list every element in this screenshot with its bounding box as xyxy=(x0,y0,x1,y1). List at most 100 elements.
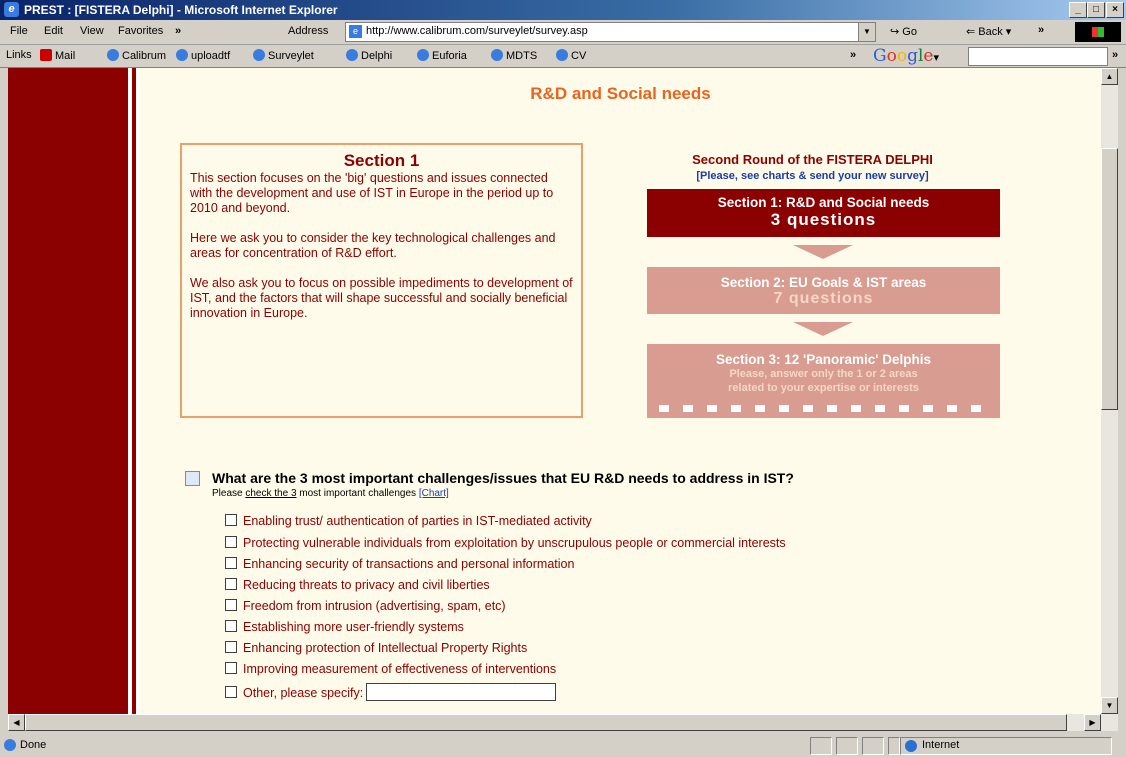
option-checkbox[interactable] xyxy=(225,557,237,569)
link-label: Euforia xyxy=(432,50,467,62)
option-checkbox[interactable] xyxy=(225,578,237,590)
other-specify-input[interactable] xyxy=(366,683,557,701)
link-cv[interactable]: CV xyxy=(556,49,586,62)
window-title: PREST : [FISTERA Delphi] - Microsoft Int… xyxy=(24,3,338,17)
section2-step[interactable]: Section 2: EU Goals & IST areas 7 questi… xyxy=(647,267,1000,314)
back-button[interactable]: ⇐ Back ▾ xyxy=(966,25,1011,38)
step-note: Please, answer only the 1 or 2 areas xyxy=(729,368,918,380)
option-row[interactable]: Enhancing protection of Intellectual Pro… xyxy=(225,641,527,655)
section3-step[interactable]: Section 3: 12 'Panoramic' Delphis Please… xyxy=(647,344,1000,418)
google-toolbar-button[interactable]: Google▾ xyxy=(873,46,939,66)
option-checkbox[interactable] xyxy=(225,536,237,548)
chart-link[interactable]: [Chart] xyxy=(419,488,449,499)
section-paragraph: We also ask you to focus on possible imp… xyxy=(190,276,573,320)
option-checkbox[interactable] xyxy=(225,686,237,698)
option-row[interactable]: Reducing threats to privacy and civil li… xyxy=(225,578,490,592)
option-checkbox[interactable] xyxy=(225,514,237,526)
scroll-down-icon[interactable]: ▼ xyxy=(1101,697,1118,714)
google-search-input[interactable] xyxy=(968,47,1108,66)
link-euforia[interactable]: Euforia xyxy=(417,49,467,62)
google-letter: g xyxy=(907,46,918,66)
horizontal-scrollbar[interactable]: ◀ ▶ xyxy=(8,714,1118,731)
down-arrow-icon xyxy=(793,322,853,336)
internet-globe-icon xyxy=(905,740,917,752)
page-title: R&D and Social needs xyxy=(530,84,711,103)
windows-logo-icon xyxy=(1075,22,1121,42)
step-note: related to your expertise or interests xyxy=(728,382,919,394)
link-calibrum[interactable]: Calibrum xyxy=(107,49,166,62)
option-label: Improving measurement of effectiveness o… xyxy=(243,662,557,676)
status-pane xyxy=(888,737,900,755)
google-letter: e xyxy=(923,46,934,66)
link-label: Surveylet xyxy=(268,50,314,62)
maximize-button[interactable]: □ xyxy=(1087,2,1105,18)
ie-page-icon xyxy=(346,49,358,61)
survey-page: R&D and Social needs Section 1 This sect… xyxy=(140,68,1101,714)
option-label: Protecting vulnerable individuals from e… xyxy=(243,536,786,550)
toolbar-more-chevron[interactable]: » xyxy=(1038,24,1044,36)
section-heading: Section 1 xyxy=(343,151,420,170)
menu-view[interactable]: View xyxy=(80,25,104,37)
option-checkbox[interactable] xyxy=(225,662,237,674)
link-delphi[interactable]: Delphi xyxy=(346,49,392,62)
go-label: Go xyxy=(902,26,917,38)
link-label: Mail xyxy=(55,50,76,62)
link-mdts[interactable]: MDTS xyxy=(491,49,537,62)
minimize-button[interactable]: _ xyxy=(1069,2,1087,18)
link-uploadtf[interactable]: uploadtf xyxy=(176,49,230,62)
option-label: Enabling trust/ authentication of partie… xyxy=(243,514,592,528)
menu-file[interactable]: File xyxy=(10,25,28,37)
links-bar: Links Mail Calibrum uploadtf Surveylet D… xyxy=(0,45,1126,68)
option-label: Enhancing security of transactions and p… xyxy=(243,557,575,571)
address-dropdown-icon[interactable]: ▼ xyxy=(858,22,876,42)
option-checkbox[interactable] xyxy=(225,620,237,632)
section1-step[interactable]: Section 1: R&D and Social needs 3 questi… xyxy=(647,189,1000,237)
horizontal-scroll-thumb[interactable] xyxy=(25,714,1067,731)
status-pane xyxy=(4,737,802,753)
browser-viewport: R&D and Social needs Section 1 This sect… xyxy=(8,68,1101,714)
scroll-up-icon[interactable]: ▲ xyxy=(1101,68,1118,85)
round-subtitle-link[interactable]: [Please, see charts & send your new surv… xyxy=(620,170,1005,182)
menu-bar: File Edit View Favorites » Address e htt… xyxy=(0,20,1126,45)
link-mail[interactable]: Mail xyxy=(40,49,75,62)
film-strip-decoration xyxy=(659,405,989,412)
google-dropdown-icon: ▾ xyxy=(933,51,940,64)
links-more-chevron[interactable]: » xyxy=(850,49,856,61)
option-row[interactable]: Establishing more user-friendly systems xyxy=(225,620,464,634)
menu-favorites[interactable]: Favorites xyxy=(118,25,163,37)
option-row[interactable]: Improving measurement of effectiveness o… xyxy=(225,662,556,676)
option-checkbox[interactable] xyxy=(225,599,237,611)
close-button[interactable]: × xyxy=(1106,2,1124,18)
go-button[interactable]: ↪ Go xyxy=(890,25,917,38)
link-surveylet[interactable]: Surveylet xyxy=(253,49,314,62)
scroll-right-icon[interactable]: ▶ xyxy=(1084,714,1101,731)
step-title: Section 1: R&D and Social needs xyxy=(717,195,930,210)
zone-label: Internet xyxy=(922,739,960,751)
step-title: Section 3: 12 'Panoramic' Delphis xyxy=(716,352,931,367)
option-row[interactable]: Other, please specify: xyxy=(225,683,557,701)
step-count: 7 questions xyxy=(773,290,874,307)
question-icon xyxy=(185,471,200,486)
option-row[interactable]: Freedom from intrusion (advertising, spa… xyxy=(225,599,506,613)
left-sidebar-band xyxy=(8,68,128,714)
links-label: Links xyxy=(6,49,32,61)
option-row[interactable]: Enhancing security of transactions and p… xyxy=(225,557,574,571)
link-label: Delphi xyxy=(361,50,393,62)
option-checkbox[interactable] xyxy=(225,641,237,653)
section-paragraph: This section focuses on the 'big' questi… xyxy=(190,171,554,215)
address-field[interactable]: e http://www.calibrum.com/surveylet/surv… xyxy=(345,22,869,42)
vertical-scrollbar[interactable]: ▲ ▼ xyxy=(1101,68,1118,714)
status-pane xyxy=(836,737,858,755)
vertical-scroll-thumb[interactable] xyxy=(1101,148,1118,410)
google-letter: o xyxy=(886,46,897,66)
menu-more-chevron[interactable]: » xyxy=(175,25,181,37)
down-arrow-icon xyxy=(793,245,853,259)
google-more-chevron[interactable]: » xyxy=(1112,49,1118,61)
option-row[interactable]: Enabling trust/ authentication of partie… xyxy=(225,514,592,528)
back-label: Back xyxy=(978,26,1003,38)
address-url[interactable]: http://www.calibrum.com/surveylet/survey… xyxy=(366,25,588,37)
option-row[interactable]: Protecting vulnerable individuals from e… xyxy=(225,536,786,550)
instr-text: Please xyxy=(212,488,246,499)
scroll-left-icon[interactable]: ◀ xyxy=(8,714,25,731)
menu-edit[interactable]: Edit xyxy=(44,25,63,37)
